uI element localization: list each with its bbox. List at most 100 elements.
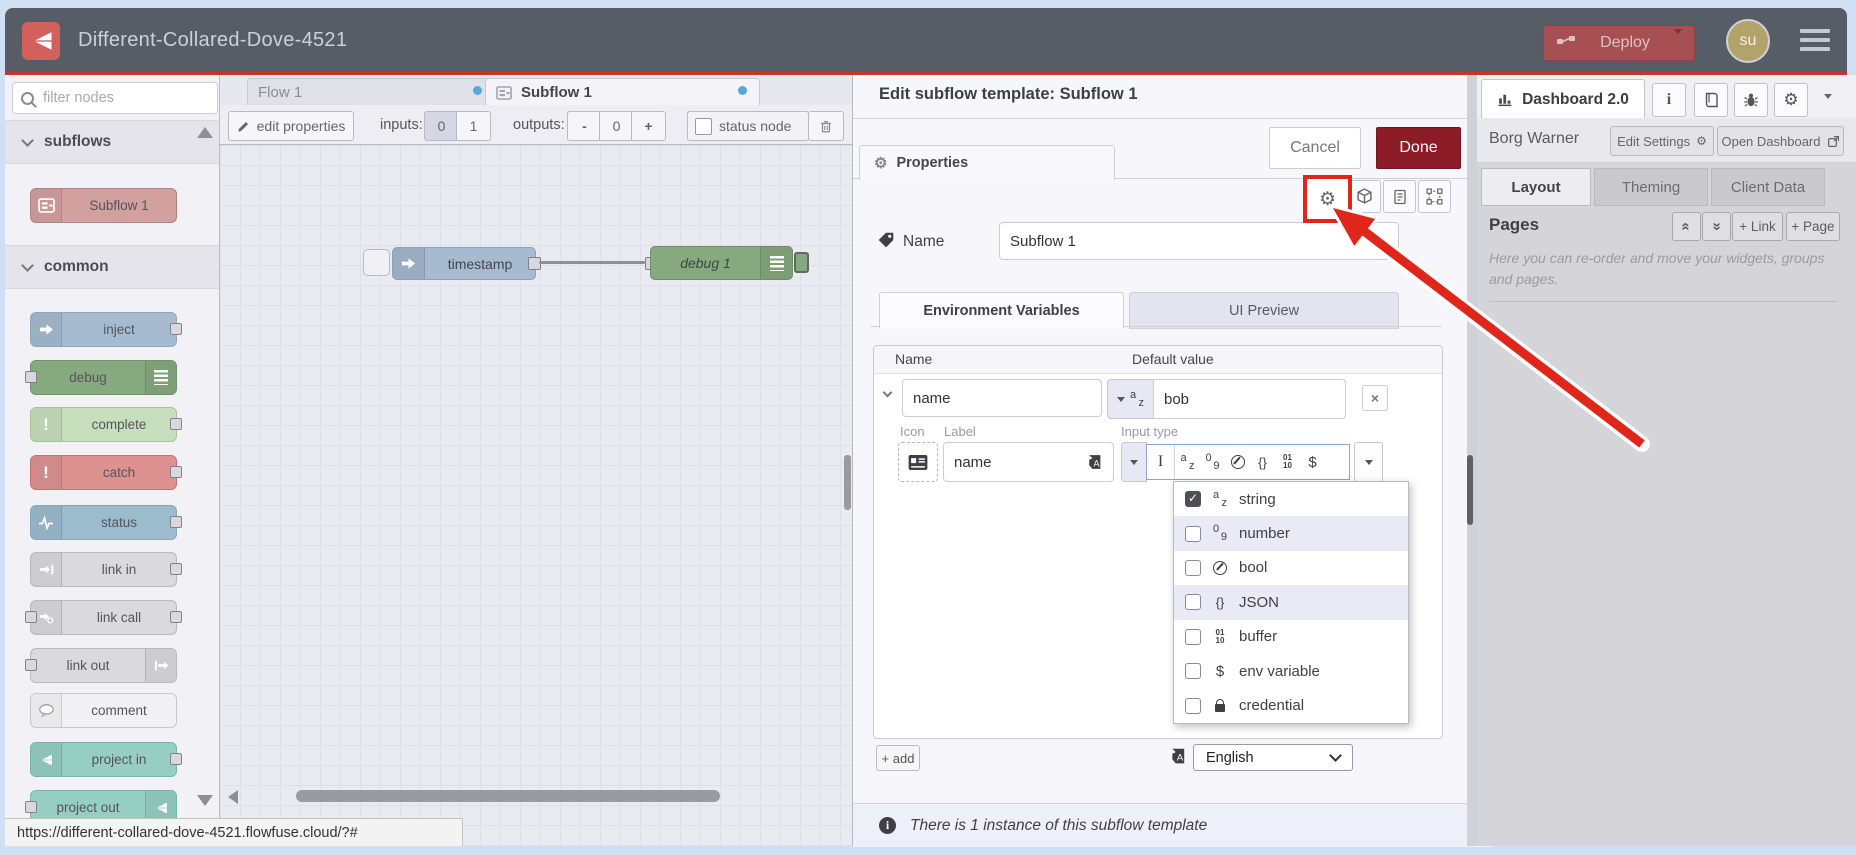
palette-node-link-in[interactable]: link in	[30, 552, 182, 587]
user-avatar[interactable]: su	[1726, 19, 1770, 63]
checkbox[interactable]	[1185, 594, 1201, 611]
input-type-strip[interactable]: I {} $	[1146, 444, 1350, 480]
tab-module-properties[interactable]	[1348, 180, 1381, 213]
deploy-button[interactable]: Deploy	[1543, 25, 1695, 61]
row-expand-chevron-icon[interactable]	[882, 387, 893, 398]
move-up-button[interactable]: «	[1672, 212, 1701, 241]
add-link-button[interactable]: + Link	[1732, 212, 1783, 241]
flow-canvas[interactable]: timestamp debug 1	[220, 145, 852, 846]
deploy-menu-chevron-icon[interactable]	[1674, 29, 1682, 52]
palette-category-subflows[interactable]: subflows	[5, 120, 219, 164]
tab-ui-preview[interactable]: UI Preview	[1129, 292, 1399, 329]
tab-description[interactable]	[1383, 180, 1416, 213]
done-button[interactable]: Done	[1376, 127, 1461, 169]
outputs-plus-button[interactable]: +	[631, 111, 666, 141]
type-option-env-variable[interactable]: $ env variable	[1174, 654, 1408, 688]
node-port[interactable]	[170, 563, 182, 575]
tab-environment-variables[interactable]: Environment Variables	[879, 292, 1124, 329]
node-port[interactable]	[25, 659, 37, 671]
node-port[interactable]	[170, 418, 182, 430]
palette-node-complete[interactable]: ! complete	[30, 407, 182, 442]
add-page-button[interactable]: + Page	[1786, 212, 1840, 241]
node-port[interactable]	[170, 611, 182, 623]
subflow-input-stub[interactable]	[363, 249, 390, 276]
node-port[interactable]	[25, 611, 37, 623]
scroll-left-arrow[interactable]	[228, 790, 238, 804]
palette-node-comment[interactable]: comment	[30, 693, 177, 728]
tab-subflow-1[interactable]: Subflow 1	[485, 78, 760, 106]
main-menu-button[interactable]	[1800, 29, 1830, 51]
cancel-button[interactable]: Cancel	[1269, 127, 1361, 169]
checkbox[interactable]	[1185, 525, 1201, 542]
palette-category-common[interactable]: common	[5, 245, 219, 289]
canvas-node-timestamp[interactable]: timestamp	[392, 247, 536, 280]
env-icon-picker[interactable]	[898, 442, 938, 482]
env-name-input[interactable]	[902, 379, 1102, 417]
tab-dashboard-2[interactable]: Dashboard 2.0	[1481, 79, 1645, 119]
language-select[interactable]: English	[1193, 744, 1353, 771]
status-node-checkbox[interactable]	[695, 117, 712, 135]
tray-scrollbar[interactable]	[1467, 455, 1473, 525]
delete-subflow-button[interactable]	[808, 111, 844, 141]
palette-node-inject[interactable]: inject	[30, 312, 182, 347]
input-type-dropdown-button[interactable]	[1354, 442, 1383, 482]
palette-scroll-up[interactable]	[197, 127, 213, 138]
open-dashboard-button[interactable]: Open Dashboard	[1717, 126, 1844, 156]
tab-flow-1[interactable]: Flow 1	[247, 78, 495, 106]
type-option-bool[interactable]: bool	[1174, 551, 1408, 585]
language-icon[interactable]: A	[1086, 453, 1103, 476]
edit-settings-button[interactable]: Edit Settings ⚙	[1610, 126, 1714, 156]
node-port[interactable]	[25, 801, 37, 813]
node-port[interactable]	[25, 371, 37, 383]
status-node-toggle[interactable]: status node	[687, 111, 809, 141]
tab-properties[interactable]: ⚙ Properties	[859, 145, 1115, 180]
info-tab-button[interactable]: i	[1652, 83, 1686, 117]
edit-properties-button[interactable]: edit properties	[228, 111, 354, 141]
sidebar-resize-gutter[interactable]	[1467, 75, 1477, 846]
vertical-scrollbar[interactable]	[844, 455, 851, 510]
canvas-node-debug-1[interactable]: debug 1	[650, 246, 793, 280]
checkbox[interactable]	[1185, 697, 1201, 714]
debug-tab-button[interactable]	[1734, 83, 1768, 117]
palette-node-subflow-1[interactable]: Subflow 1	[30, 188, 177, 223]
inputs-0-button[interactable]: 0	[424, 111, 459, 141]
input-type-expand-button[interactable]	[1121, 442, 1147, 482]
settings-tab-button[interactable]: ⚙	[1774, 83, 1808, 117]
type-option-number[interactable]: number	[1174, 516, 1408, 551]
node-port[interactable]	[170, 466, 182, 478]
type-option-json[interactable]: {} JSON	[1174, 585, 1408, 620]
add-env-var-button[interactable]: + add	[876, 745, 920, 771]
palette-scroll-down[interactable]	[197, 795, 213, 806]
outputs-minus-button[interactable]: -	[567, 111, 602, 141]
palette-node-project-in[interactable]: project in	[30, 742, 182, 777]
palette-filter-input[interactable]	[41, 89, 195, 107]
sidebar-menu-chevron-icon[interactable]	[1824, 94, 1832, 99]
gear-tab-icon[interactable]: ⚙	[1319, 188, 1336, 211]
palette-search[interactable]	[12, 82, 218, 114]
palette-node-status[interactable]: status	[30, 505, 182, 540]
palette-node-catch[interactable]: ! catch	[30, 455, 182, 490]
tab-theming[interactable]: Theming	[1594, 168, 1708, 206]
remove-row-button[interactable]: ×	[1362, 385, 1388, 411]
help-tab-button[interactable]	[1694, 83, 1728, 117]
horizontal-scrollbar[interactable]	[296, 790, 720, 802]
type-option-buffer[interactable]: buffer	[1174, 620, 1408, 654]
palette-node-link-out[interactable]: link out	[25, 648, 177, 683]
subflow-name-input[interactable]	[999, 222, 1399, 260]
type-option-string[interactable]: string	[1174, 482, 1408, 516]
tab-client-data[interactable]: Client Data	[1711, 168, 1825, 206]
node-port[interactable]	[170, 516, 182, 528]
tab-layout[interactable]: Layout	[1481, 168, 1591, 206]
wire[interactable]	[539, 261, 645, 264]
checkbox[interactable]	[1185, 663, 1201, 680]
palette-node-debug[interactable]: debug	[25, 360, 177, 395]
checkbox[interactable]	[1185, 559, 1201, 576]
checkbox-checked[interactable]	[1185, 491, 1201, 508]
debug-toggle-button[interactable]	[794, 252, 809, 273]
checkbox[interactable]	[1185, 628, 1201, 645]
type-option-credential[interactable]: credential	[1174, 688, 1408, 722]
node-red-logo[interactable]	[22, 22, 60, 60]
palette-node-link-call[interactable]: link call	[25, 600, 182, 635]
node-port[interactable]	[170, 753, 182, 765]
move-down-button[interactable]: «	[1702, 212, 1731, 241]
